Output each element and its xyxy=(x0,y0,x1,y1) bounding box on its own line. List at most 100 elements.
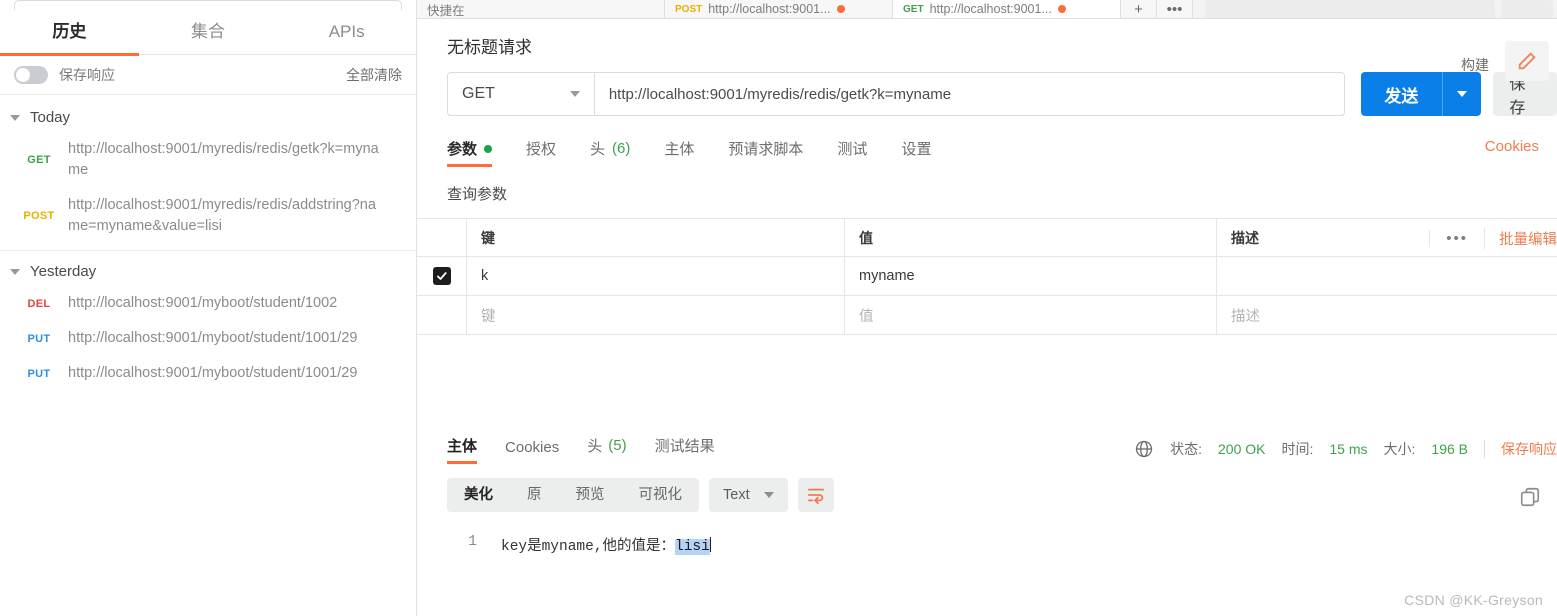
tab-body[interactable]: 主体 xyxy=(664,138,694,167)
globe-icon xyxy=(1135,440,1153,458)
request-tab-title: http://localhost:9001... xyxy=(929,2,1052,16)
history-item[interactable]: DEL http://localhost:9001/myboot/student… xyxy=(0,286,416,321)
response-body-prefix: key是myname,他的值是： xyxy=(501,539,676,555)
unsaved-dot-icon xyxy=(1057,5,1066,13)
sidebar-subbar: 保存响应 全部清除 xyxy=(0,55,416,95)
table-actions: ••• 批量编辑 xyxy=(1429,219,1557,257)
tab-headers-count: (6) xyxy=(612,140,631,157)
list-divider xyxy=(0,250,416,251)
row-checkbox-cell xyxy=(417,296,467,334)
method-badge: GET xyxy=(27,154,51,166)
history-group-yesterday[interactable]: Yesterday xyxy=(0,257,416,286)
history-group-today[interactable]: Today xyxy=(0,103,416,132)
pencil-icon xyxy=(1518,52,1536,70)
send-options-button[interactable] xyxy=(1443,91,1481,97)
sidebar-tab-collections[interactable]: 集合 xyxy=(139,10,278,55)
view-mode-preview[interactable]: 预览 xyxy=(559,478,622,512)
header-checkbox-cell xyxy=(417,219,467,256)
chevron-down-icon xyxy=(763,492,774,498)
chevron-down-icon xyxy=(1457,91,1468,97)
response-tab-test-results-label: 测试结果 xyxy=(654,438,715,455)
request-tab-0[interactable]: 快捷在 xyxy=(417,0,665,18)
params-table: 键 值 描述 ••• 批量编辑 k myname 键 值 描述 xyxy=(417,218,1557,335)
tab-headers[interactable]: 头 (6) xyxy=(590,138,630,167)
cookies-link[interactable]: Cookies xyxy=(1485,138,1539,155)
history-item[interactable]: PUT http://localhost:9001/myboot/student… xyxy=(0,356,416,391)
request-tab-strip: 快捷在 POST http://localhost:9001... GET ht… xyxy=(417,0,1557,19)
view-mode-pretty[interactable]: 美化 xyxy=(447,478,510,512)
size-label: 大小: xyxy=(1383,441,1416,457)
sidebar: 历史 集合 APIs 保存响应 全部清除 Today GET http://lo… xyxy=(0,0,417,616)
row-value[interactable]: myname xyxy=(845,257,1217,295)
request-title: 无标题请求 xyxy=(447,38,532,57)
response-tab-cookies-label: Cookies xyxy=(505,439,560,456)
build-button[interactable]: 构建 xyxy=(1461,55,1489,75)
tab-authorization[interactable]: 授权 xyxy=(526,138,556,167)
response-tab-cookies[interactable]: Cookies xyxy=(505,439,559,464)
status-label: 状态: xyxy=(1170,441,1203,457)
sidebar-tab-history[interactable]: 历史 xyxy=(0,10,139,56)
table-row[interactable]: 键 值 描述 xyxy=(417,296,1557,335)
tab-more-button[interactable]: ••• xyxy=(1157,0,1193,18)
new-tab-button[interactable]: + xyxy=(1121,0,1157,18)
line-number: 1 xyxy=(468,534,477,550)
edit-pencil-button[interactable] xyxy=(1505,41,1549,81)
environment-quicklook-button[interactable] xyxy=(1501,0,1553,18)
method-badge: POST xyxy=(23,210,55,222)
history-item-url: http://localhost:9001/myboot/student/100… xyxy=(68,365,358,381)
request-tab-1[interactable]: POST http://localhost:9001... xyxy=(665,0,893,18)
wrap-lines-button[interactable] xyxy=(797,478,834,512)
sidebar-tab-apis[interactable]: APIs xyxy=(277,10,416,55)
url-input[interactable]: http://localhost:9001/myredis/redis/getk… xyxy=(593,72,1345,116)
http-method-select[interactable]: GET xyxy=(447,72,594,116)
clear-all-button[interactable]: 全部清除 xyxy=(346,65,402,85)
params-table-header: 键 值 描述 xyxy=(417,219,1557,257)
copy-response-button[interactable] xyxy=(1519,486,1541,508)
wrap-lines-icon xyxy=(807,488,824,504)
request-header: 无标题请求 构建 xyxy=(417,19,1557,81)
history-item[interactable]: PUT http://localhost:9001/myboot/student… xyxy=(0,321,416,356)
copy-icon xyxy=(1520,487,1540,507)
row-description[interactable] xyxy=(1217,257,1557,295)
row-key-placeholder[interactable]: 键 xyxy=(467,296,845,334)
view-mode-visualize[interactable]: 可视化 xyxy=(622,478,700,512)
history-item[interactable]: GET http://localhost:9001/myredis/redis/… xyxy=(0,132,416,188)
tab-params[interactable]: 参数 xyxy=(447,138,493,167)
tab-prerequest-script[interactable]: 预请求脚本 xyxy=(728,138,803,167)
view-mode-raw[interactable]: 原 xyxy=(510,478,559,512)
request-tab-2[interactable]: GET http://localhost:9001... xyxy=(893,0,1121,18)
tab-params-label: 参数 xyxy=(447,141,478,158)
history-item-url: http://localhost:9001/myredis/redis/getk… xyxy=(68,141,379,178)
bulk-edit-button[interactable]: 批量编辑 xyxy=(1484,227,1557,249)
chevron-down-icon xyxy=(569,91,580,97)
history-item-url: http://localhost:9001/myboot/student/100… xyxy=(68,295,338,311)
history-item[interactable]: POST http://localhost:9001/myredis/redis… xyxy=(0,188,416,244)
chevron-down-icon xyxy=(10,268,20,275)
row-value-placeholder[interactable]: 值 xyxy=(845,296,1217,334)
send-button[interactable]: 发送 xyxy=(1360,72,1482,116)
row-key[interactable]: k xyxy=(467,257,845,295)
request-tab-method: POST xyxy=(675,3,703,15)
method-badge: DEL xyxy=(27,297,51,310)
response-format-select[interactable]: Text xyxy=(709,478,788,512)
response-view-modes: 美化 原 预览 可视化 xyxy=(447,478,699,512)
tab-settings[interactable]: 设置 xyxy=(901,138,931,167)
save-responses-toggle[interactable] xyxy=(14,65,48,84)
response-tab-body[interactable]: 主体 xyxy=(447,435,478,464)
response-meta: 状态: 200 OK 时间: 15 ms 大小: 196 B 保存响应 xyxy=(1134,439,1557,459)
check-icon xyxy=(436,272,447,280)
history-item-url: http://localhost:9001/myboot/student/100… xyxy=(68,330,358,346)
row-description-placeholder[interactable]: 描述 xyxy=(1217,296,1557,334)
row-checkbox-cell xyxy=(417,257,467,295)
tab-tests[interactable]: 测试 xyxy=(837,138,867,167)
response-tab-test-results[interactable]: 测试结果 xyxy=(655,435,715,464)
table-more-button[interactable]: ••• xyxy=(1429,229,1484,247)
url-row: GET http://localhost:9001/myredis/redis/… xyxy=(417,58,1557,117)
response-body-code[interactable]: 1 key是myname,他的值是：lisi xyxy=(417,512,1557,555)
row-checkbox[interactable] xyxy=(432,267,451,285)
response-tabs: 主体 Cookies 头 (5) 测试结果 状态: 200 OK 时间: 15 … xyxy=(417,424,1557,464)
table-row[interactable]: k myname xyxy=(417,257,1557,296)
environment-selector[interactable] xyxy=(1205,0,1495,18)
response-tab-headers[interactable]: 头 (5) xyxy=(587,435,626,464)
save-response-button[interactable]: 保存响应 xyxy=(1501,439,1557,459)
